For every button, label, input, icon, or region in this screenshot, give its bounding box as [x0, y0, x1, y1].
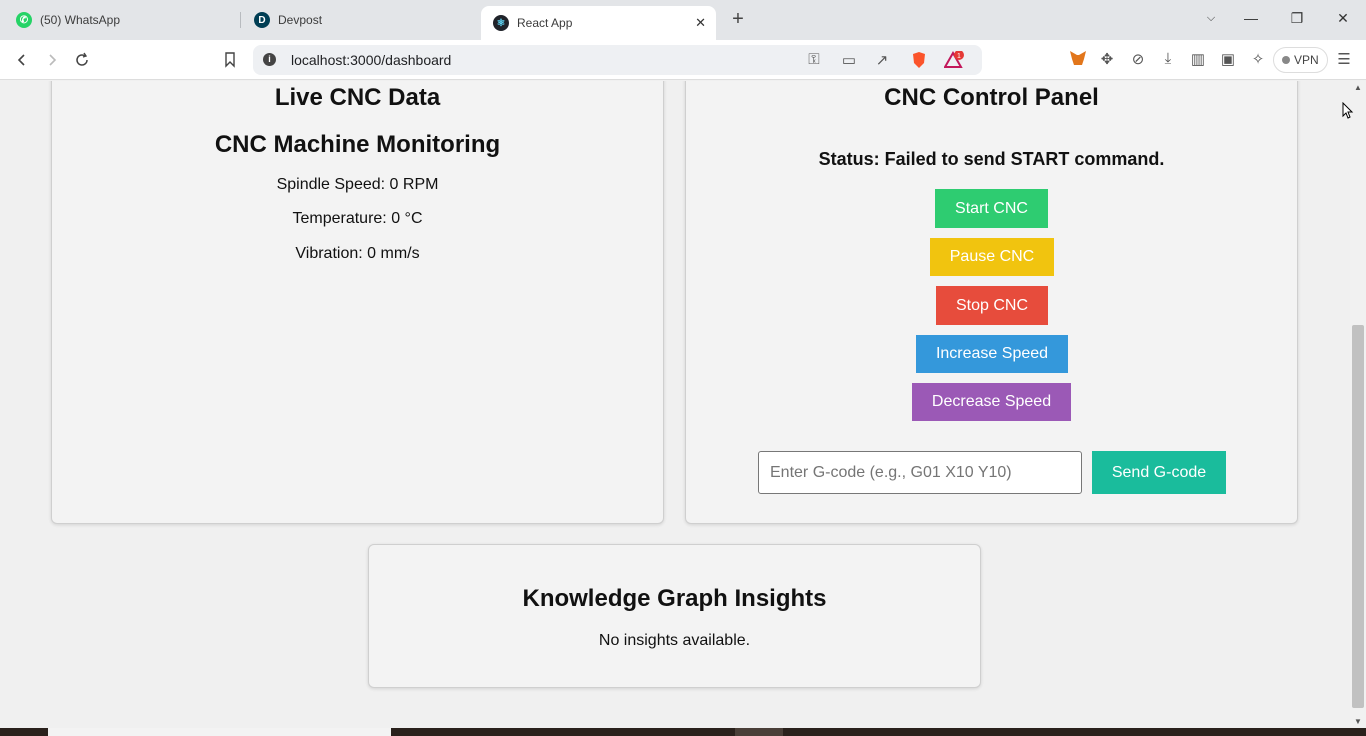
- status-text: Status: Failed to send START command.: [818, 149, 1165, 169]
- wallet-icon[interactable]: ▣: [1218, 50, 1238, 68]
- temperature-text: Temperature: 0 °C: [292, 210, 423, 227]
- tab-react-app[interactable]: ⚛ React App ✕: [481, 6, 716, 40]
- os-taskbar: [0, 728, 1366, 736]
- insights-message: No insights available.: [598, 632, 751, 649]
- page-scrollbar[interactable]: ▲ ▼: [1350, 81, 1366, 728]
- pause-cnc-button[interactable]: Pause CNC: [930, 238, 1054, 276]
- devpost-icon: D: [254, 12, 270, 28]
- new-tab-button[interactable]: +: [727, 8, 749, 31]
- taskbar-app[interactable]: [735, 728, 783, 736]
- metamask-fox-icon[interactable]: [1068, 50, 1088, 70]
- vpn-button[interactable]: VPN: [1273, 47, 1328, 73]
- download-icon[interactable]: ⤓: [1158, 50, 1178, 67]
- scroll-up-arrow-icon[interactable]: ▲: [1350, 83, 1366, 92]
- address-bar[interactable]: i localhost:3000/dashboard ⚿ ▭ ↗ 1: [253, 45, 982, 75]
- live-data-card: Live CNC Data CNC Machine Monitoring Spi…: [51, 81, 664, 524]
- vpn-label: VPN: [1294, 53, 1319, 67]
- reload-icon[interactable]: [72, 50, 92, 70]
- insights-heading: Knowledge Graph Insights: [522, 585, 827, 612]
- forward-icon[interactable]: [42, 50, 62, 70]
- live-data-heading: Live CNC Data: [274, 84, 441, 111]
- tab-title: Devpost: [278, 13, 323, 27]
- sidebar-icon[interactable]: ▥: [1188, 50, 1208, 68]
- cast-icon[interactable]: ▭: [840, 51, 858, 69]
- site-info-icon[interactable]: i: [263, 53, 276, 66]
- control-panel-card: CNC Control Panel Status: Failed to send…: [685, 81, 1298, 524]
- spindle-speed-text: Spindle Speed: 0 RPM: [276, 176, 439, 193]
- mouse-cursor-icon: [1342, 102, 1354, 119]
- send-gcode-button[interactable]: Send G-code: [1092, 451, 1226, 494]
- close-window-icon[interactable]: ✕: [1333, 10, 1353, 27]
- insights-card: Knowledge Graph Insights No insights ava…: [368, 544, 981, 688]
- url-text: localhost:3000/dashboard: [291, 52, 452, 68]
- scrollbar-thumb[interactable]: [1352, 325, 1364, 708]
- monitoring-heading: CNC Machine Monitoring: [214, 131, 501, 158]
- tab-search-chevron-icon[interactable]: ⌵: [1201, 12, 1221, 25]
- taskbar-search-box[interactable]: [48, 728, 391, 736]
- tab-title: React App: [517, 16, 573, 30]
- react-icon: ⚛: [493, 15, 509, 31]
- tab-whatsapp[interactable]: ✆ (50) WhatsApp: [16, 0, 238, 40]
- dashboard-page: Live CNC Data CNC Machine Monitoring Spi…: [0, 81, 1350, 728]
- vibration-text: Vibration: 0 mm/s: [295, 245, 420, 262]
- bookmark-icon[interactable]: [220, 50, 240, 70]
- extensions-puzzle-icon[interactable]: ✥: [1097, 50, 1117, 68]
- whatsapp-icon: ✆: [16, 12, 32, 28]
- control-panel-heading: CNC Control Panel: [884, 84, 1099, 111]
- vpn-status-icon: [1282, 56, 1290, 64]
- restore-icon[interactable]: ❐: [1287, 10, 1307, 27]
- back-icon[interactable]: [12, 50, 32, 70]
- increase-speed-button[interactable]: Increase Speed: [916, 335, 1068, 373]
- gcode-input[interactable]: [758, 451, 1082, 494]
- minimize-icon[interactable]: —: [1241, 10, 1261, 26]
- leo-ai-icon[interactable]: ⊘: [1128, 50, 1148, 68]
- scroll-down-arrow-icon[interactable]: ▼: [1350, 717, 1366, 726]
- stop-cnc-button[interactable]: Stop CNC: [936, 286, 1048, 325]
- ai-sparkle-icon[interactable]: ✧: [1248, 50, 1268, 68]
- share-icon[interactable]: ↗: [873, 51, 891, 69]
- start-cnc-button[interactable]: Start CNC: [935, 189, 1048, 228]
- brave-shields-icon[interactable]: [910, 51, 928, 73]
- close-tab-icon[interactable]: ✕: [695, 15, 706, 31]
- menu-hamburger-icon[interactable]: ☰: [1334, 50, 1354, 68]
- tab-devpost[interactable]: D Devpost: [254, 0, 476, 40]
- tab-divider: [240, 12, 241, 28]
- browser-tab-strip: ✆ (50) WhatsApp D Devpost ⚛ React App ✕ …: [0, 0, 1366, 40]
- key-icon[interactable]: ⚿: [805, 51, 823, 68]
- tab-title: (50) WhatsApp: [40, 13, 121, 27]
- brave-rewards-icon[interactable]: 1: [943, 50, 964, 73]
- rewards-badge: 1: [957, 53, 961, 60]
- browser-toolbar: i localhost:3000/dashboard ⚿ ▭ ↗ 1 ✥ ⊘ ⤓…: [0, 40, 1366, 80]
- decrease-speed-button[interactable]: Decrease Speed: [912, 383, 1071, 421]
